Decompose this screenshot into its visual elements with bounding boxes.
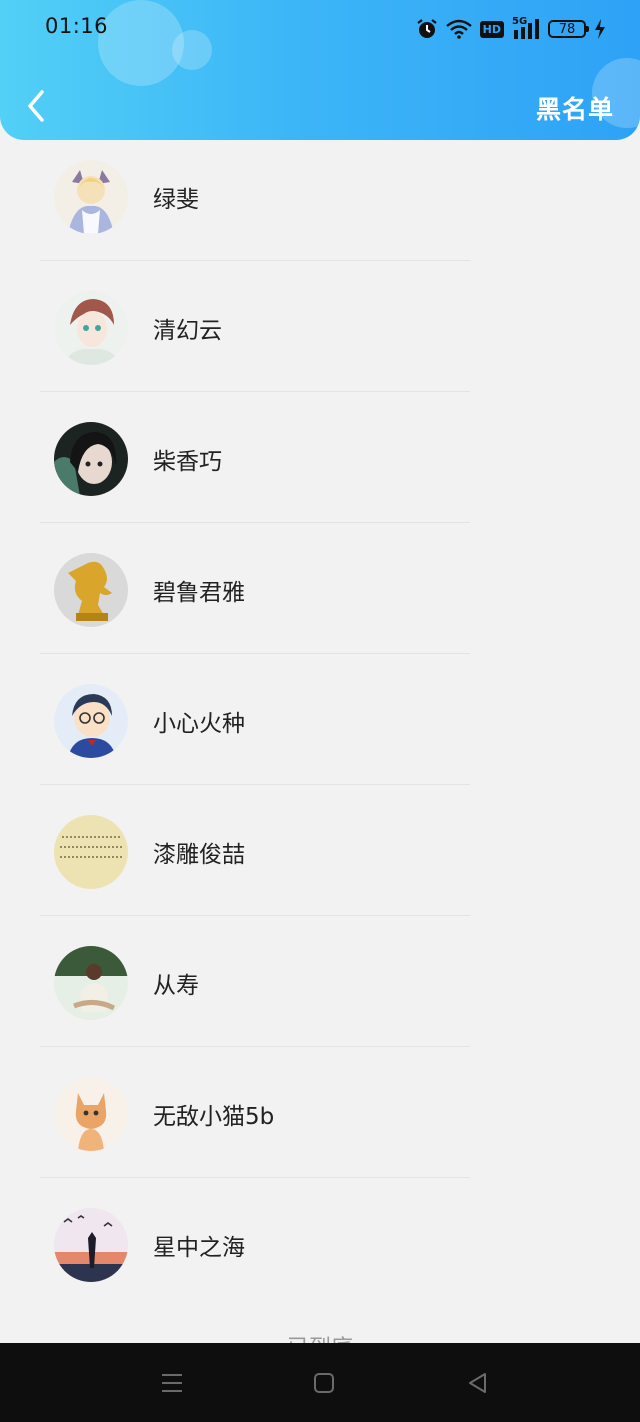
- blacklist: 绿斐 清幻云 柴香巧 碧鲁君雅 小心火种 漆雕俊喆 从寿 无敌小猫5b 星中之海: [0, 130, 640, 1309]
- list-item[interactable]: 从寿: [0, 916, 640, 1047]
- page-title: 黑名单: [535, 95, 614, 124]
- alarm-icon: [416, 19, 437, 38]
- avatar: [54, 684, 128, 758]
- contact-name: 漆雕俊喆: [153, 842, 245, 868]
- nav-menu-button[interactable]: [160, 1371, 184, 1399]
- avatar: [54, 422, 128, 496]
- contact-name: 从寿: [153, 973, 199, 999]
- decor-bubble: [172, 30, 212, 70]
- hd-badge: HD: [479, 20, 504, 38]
- contact-name: 绿斐: [153, 187, 199, 213]
- back-button[interactable]: [20, 84, 60, 128]
- list-item[interactable]: 漆雕俊喆: [0, 785, 640, 916]
- charging-icon: [595, 19, 605, 39]
- contact-name: 星中之海: [153, 1235, 245, 1261]
- contact-name: 柴香巧: [153, 449, 222, 475]
- signal-group: 5G: [512, 16, 540, 40]
- status-time: 01:16: [45, 14, 109, 38]
- list-item[interactable]: 清幻云: [0, 261, 640, 392]
- avatar: [54, 553, 128, 627]
- list-item[interactable]: 小心火种: [0, 654, 640, 785]
- app-header: 01:16 HD 5G 78 黑名单: [0, 0, 640, 140]
- contact-name: 小心火种: [153, 711, 245, 737]
- decor-bubble: [98, 0, 184, 86]
- contact-name: 碧鲁君雅: [153, 580, 245, 606]
- contact-name: 无敌小猫5b: [153, 1104, 275, 1130]
- avatar: [54, 160, 128, 234]
- list-item[interactable]: 碧鲁君雅: [0, 523, 640, 654]
- menu-icon: [162, 1374, 182, 1392]
- battery-level: 78: [558, 21, 576, 37]
- status-icons: HD 5G 78: [416, 16, 606, 42]
- nav-back-button[interactable]: [466, 1371, 490, 1399]
- home-icon: [314, 1373, 334, 1393]
- battery-indicator: 78: [548, 20, 589, 38]
- chevron-left-icon: [28, 90, 44, 122]
- avatar: [54, 1077, 128, 1151]
- wifi-icon: [445, 19, 472, 39]
- list-item[interactable]: 绿斐: [0, 130, 640, 261]
- list-item[interactable]: 星中之海: [0, 1178, 640, 1309]
- avatar: [54, 1208, 128, 1282]
- nav-home-button[interactable]: [312, 1371, 336, 1399]
- contact-name: 清幻云: [153, 318, 222, 344]
- signal-icon: [514, 19, 539, 39]
- avatar: [54, 946, 128, 1020]
- avatar: [54, 815, 128, 889]
- list-item[interactable]: 柴香巧: [0, 392, 640, 523]
- list-item[interactable]: 无敌小猫5b: [0, 1047, 640, 1178]
- system-nav-bar: [0, 1343, 640, 1422]
- back-triangle-icon: [469, 1373, 486, 1393]
- avatar: [54, 291, 128, 365]
